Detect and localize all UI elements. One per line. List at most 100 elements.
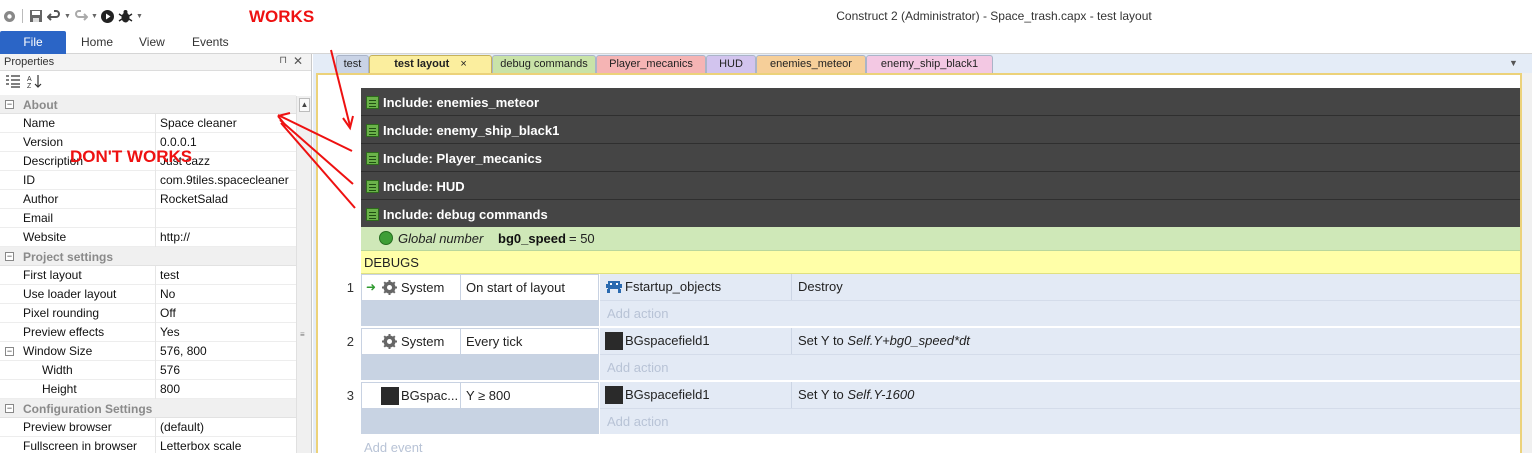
property-row[interactable]: Use loader layout No [0,284,296,304]
scroll-up-icon[interactable]: ▲ [299,98,310,112]
close-icon[interactable]: ✕ [293,54,303,68]
add-action-button[interactable]: Add action [600,301,1520,326]
property-key: Preview effects [0,322,156,342]
property-row[interactable]: Author RocketSalad [0,189,296,209]
tab-test-layout[interactable]: test layout × [369,55,492,73]
add-action-button[interactable]: Add action [600,409,1520,434]
tab-enemy-ship-black1[interactable]: enemy_ship_black1 [866,55,993,73]
property-row[interactable]: Name Space cleaner [0,113,296,133]
properties-scrollbar[interactable]: ▲ ≡ [296,96,311,453]
section-about[interactable]: − About [0,95,296,114]
add-action-label: Add action [607,414,669,429]
property-value[interactable]: http:// [156,230,190,244]
property-value[interactable]: Letterbox scale [156,439,241,453]
property-value[interactable]: 800 [156,382,180,396]
property-value[interactable]: Yes [156,325,180,339]
scroll-grip-icon[interactable]: ≡ [300,331,309,339]
section-project-settings[interactable]: − Project settings [0,247,296,266]
global-variable-row[interactable]: Global number bg0_speed = 50 [361,227,1520,251]
property-row[interactable]: Email [0,208,296,228]
property-key: Preview browser [0,417,156,437]
property-value[interactable]: (default) [156,420,204,434]
sort-az-icon[interactable]: AZ [27,74,43,90]
tab-player-mecanics[interactable]: Player_mecanics [596,55,706,73]
add-action-button[interactable]: Add action [600,355,1520,380]
condition-empty-area[interactable] [361,409,599,434]
collapse-icon[interactable]: − [5,347,14,356]
condition-object[interactable]: ➜ System [362,275,461,300]
include-row[interactable]: Include: enemy_ship_black1 [361,116,1520,144]
ribbon-tab-view[interactable]: View [139,31,165,54]
add-event-button[interactable]: Add event [364,440,423,453]
comment-row[interactable]: DEBUGS [361,251,1520,274]
properties-header: Properties ⊓ ✕ [0,54,311,71]
property-row[interactable]: Pixel rounding Off [0,303,296,323]
property-value[interactable]: 576, 800 [156,344,207,358]
add-action-label: Add action [607,306,669,321]
event-condition[interactable]: System Every tick [361,328,599,355]
action-label: Destroy [798,279,843,294]
property-row-window-size[interactable]: − Window Size 576, 800 [0,341,296,361]
collapse-icon[interactable]: − [5,404,14,413]
sprite-thumbnail-icon [381,387,399,405]
event-number: 1 [346,280,354,295]
tab-hud[interactable]: HUD [706,55,756,73]
include-row[interactable]: Include: Player_mecanics [361,144,1520,172]
property-value[interactable]: com.9tiles.spacecleaner [156,173,289,187]
property-value[interactable]: Space cleaner [156,116,237,130]
event-number: 2 [346,334,354,349]
condition-empty-area[interactable] [361,355,599,380]
tab-enemies-meteor[interactable]: enemies_meteor [756,55,866,73]
condition-object[interactable]: System [362,329,461,354]
event-action[interactable]: BGspacefield1 Set Y to Self.Y-1600 [600,382,1520,409]
categorized-icon[interactable] [5,74,21,89]
event-condition[interactable]: ➜ System On start of layout [361,274,599,301]
include-row[interactable]: Include: debug commands [361,200,1520,228]
action-object-name: BGspacefield1 [625,333,710,348]
action-expression: Self.Y+bg0_speed*dt [847,333,970,348]
event-sheet-scrollbar[interactable] [1522,73,1532,453]
tab-test[interactable]: test [336,55,369,73]
property-row[interactable]: First layout test [0,265,296,285]
property-value[interactable]: No [156,287,175,301]
event-action[interactable]: BGspacefield1 Set Y to Self.Y+bg0_speed*… [600,328,1520,355]
collapse-icon[interactable]: − [5,100,14,109]
property-row[interactable]: Preview browser (default) [0,417,296,437]
tab-close-icon[interactable]: × [460,58,466,70]
ribbon-tab-home[interactable]: Home [81,31,113,54]
property-row[interactable]: Height 800 [0,379,296,399]
condition-object[interactable]: BGspac... [362,383,461,408]
property-value[interactable]: Off [156,306,176,320]
property-row[interactable]: Fullscreen in browser Letterbox scale [0,436,296,453]
tab-list-dropdown-icon[interactable]: ▼ [1509,58,1518,68]
include-row[interactable]: Include: enemies_meteor [361,88,1520,116]
property-value[interactable]: RocketSalad [156,192,228,206]
title-bar: ▼ ▼ ▼ WORKS Construct 2 (Administrator) … [0,0,1532,31]
property-row[interactable]: Website http:// [0,227,296,247]
property-row[interactable]: ID com.9tiles.spacecleaner [0,170,296,190]
include-row[interactable]: Include: HUD [361,172,1520,200]
pin-icon[interactable]: ⊓ [279,55,287,66]
ribbon-tab-events[interactable]: Events [192,31,229,54]
event-action[interactable]: Fstartup_objects Destroy [600,274,1520,301]
condition-text: Y ≥ 800 [466,388,511,403]
event-condition[interactable]: BGspac... Y ≥ 800 [361,382,599,409]
window-title: Construct 2 (Administrator) - Space_tras… [836,9,1152,23]
tab-label: enemies_meteor [770,58,852,70]
property-row[interactable]: Preview effects Yes [0,322,296,342]
add-action-label: Add action [607,360,669,375]
property-value[interactable]: 576 [156,363,180,377]
property-key: ID [0,170,156,190]
include-icon [366,208,379,221]
action-text: Set Y to Self.Y-1600 [798,387,914,402]
section-configuration-settings[interactable]: − Configuration Settings [0,399,296,418]
tab-debug-commands[interactable]: debug commands [492,55,596,73]
condition-empty-area[interactable] [361,301,599,326]
property-row[interactable]: Width 576 [0,360,296,380]
ribbon-tab-file[interactable]: File [0,31,66,54]
action-object-name: BGspacefield1 [625,387,710,402]
property-value[interactable]: test [156,268,179,282]
sprite-invader-icon [606,281,622,293]
collapse-icon[interactable]: − [5,252,14,261]
event-number: 3 [346,388,354,403]
